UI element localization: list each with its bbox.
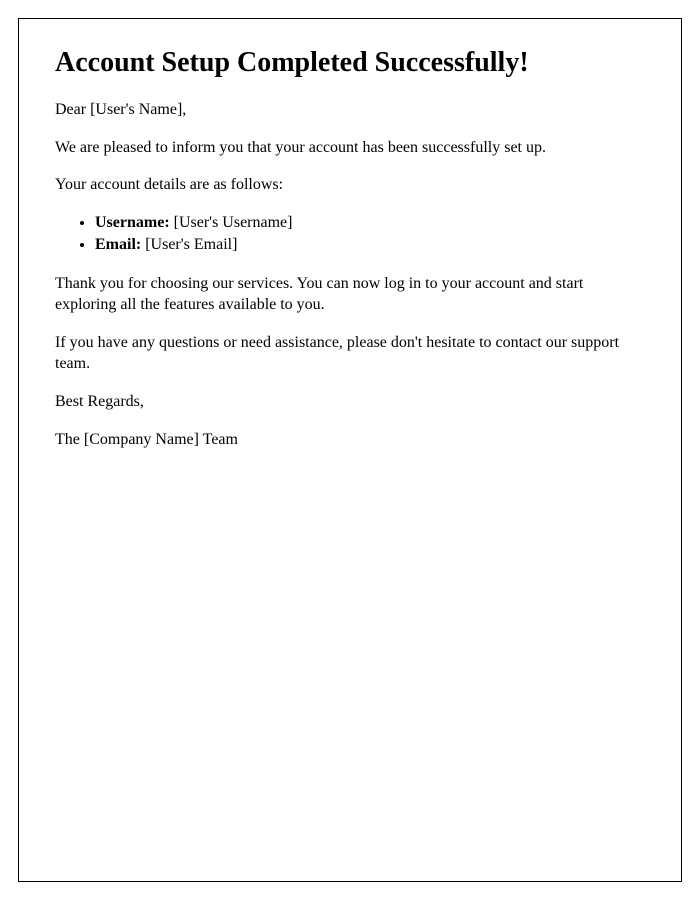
signoff-line: Best Regards, (55, 391, 645, 413)
thankyou-paragraph: Thank you for choosing our services. You… (55, 273, 645, 316)
email-value: [User's Email] (141, 236, 237, 253)
details-intro: Your account details are as follows: (55, 174, 645, 196)
list-item: Username: [User's Username] (95, 212, 645, 234)
intro-paragraph: We are pleased to inform you that your a… (55, 137, 645, 159)
document-page: Account Setup Completed Successfully! De… (18, 18, 682, 882)
support-paragraph: If you have any questions or need assist… (55, 332, 645, 375)
email-label: Email: (95, 236, 141, 253)
greeting-line: Dear [User's Name], (55, 99, 645, 121)
username-value: [User's Username] (170, 214, 293, 231)
username-label: Username: (95, 214, 170, 231)
team-line: The [Company Name] Team (55, 429, 645, 451)
account-details-list: Username: [User's Username] Email: [User… (95, 212, 645, 257)
list-item: Email: [User's Email] (95, 234, 645, 256)
page-title: Account Setup Completed Successfully! (55, 47, 645, 79)
